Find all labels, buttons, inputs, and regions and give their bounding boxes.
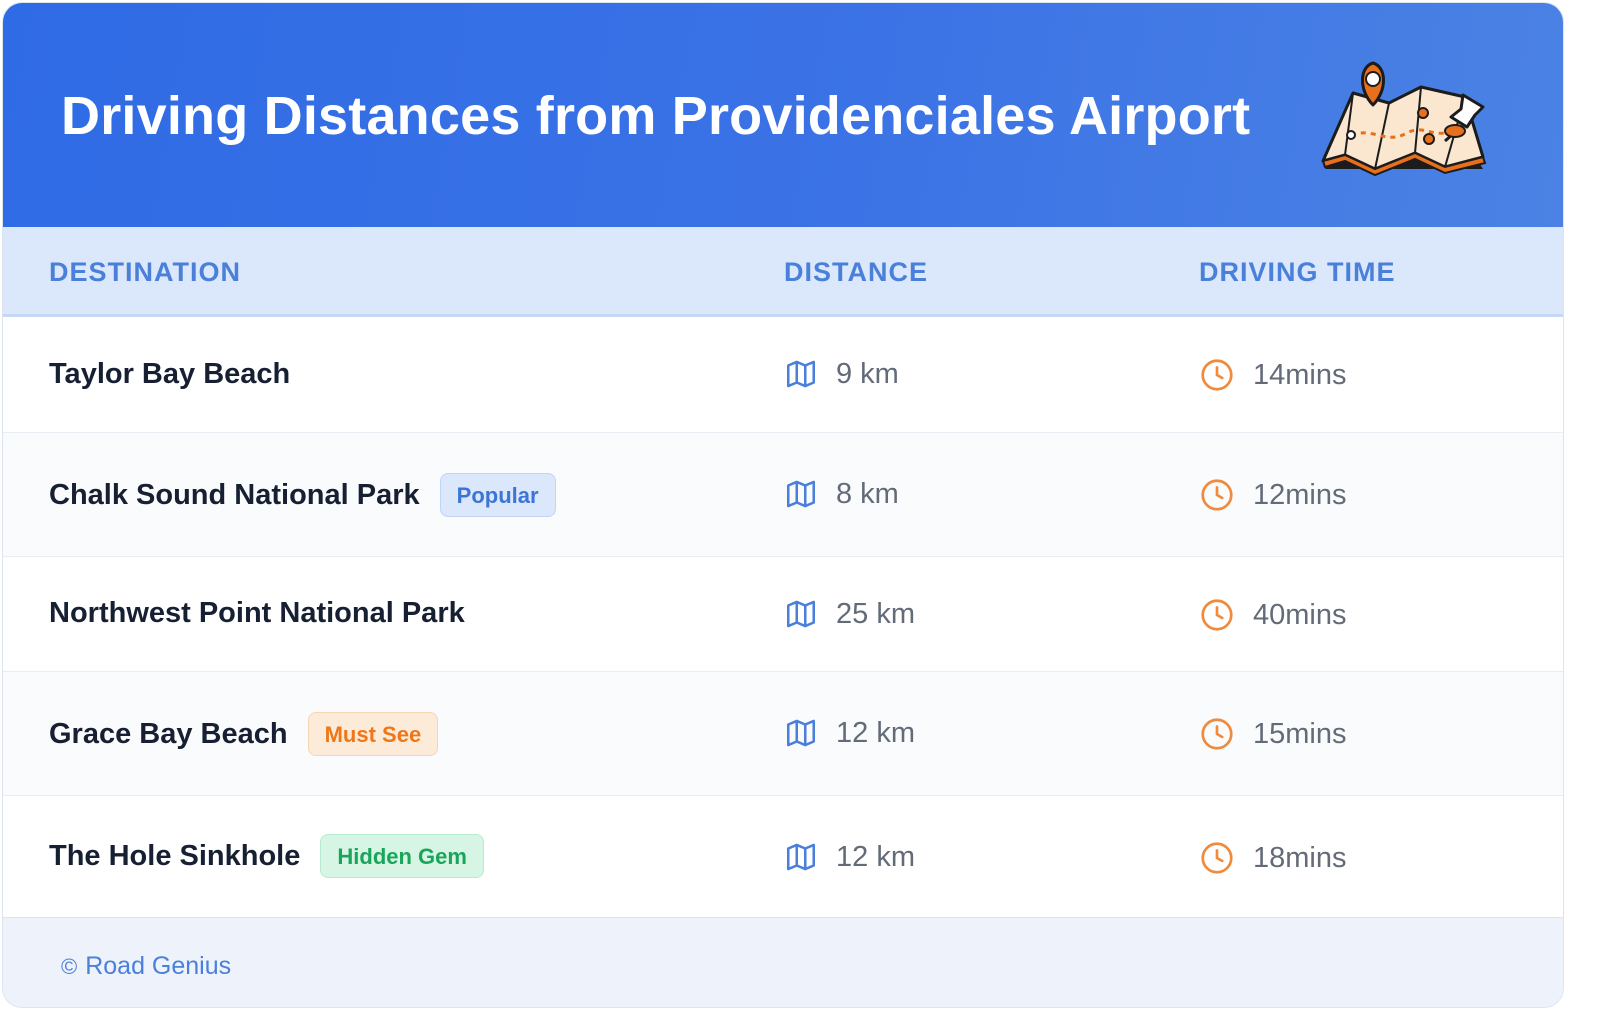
driving-time-cell: 14mins [1199,357,1347,393]
distance-cell: 12 km [784,716,915,750]
map-icon [786,843,816,871]
destination-name: Taylor Bay Beach [49,358,291,390]
clock-icon [1201,599,1233,631]
map-with-pins-icon [1321,61,1487,177]
table-header: DESTINATION DISTANCE DRIVING TIME [3,227,1563,317]
header-banner: Driving Distances from Providenciales Ai… [3,3,1563,227]
destination-name: Grace Bay Beach Must See [49,712,439,756]
distance-cell: 12 km [784,840,915,874]
destination-name: Northwest Point National Park [49,597,465,629]
copyright-icon: © [61,953,78,979]
footer-credit: © Road Genius [61,952,231,981]
table-row: The Hole Sinkhole Hidden Gem 12 km 18min… [3,796,1563,917]
driving-time-cell: 15mins [1199,716,1347,752]
table-row: Chalk Sound National Park Popular 8 km 1… [3,433,1563,557]
map-icon [786,719,816,747]
driving-time-cell: 40mins [1199,597,1347,633]
clock-icon [1201,359,1233,391]
clock-icon [1201,718,1233,750]
distance-cell: 8 km [784,477,899,511]
column-header-distance: DISTANCE [784,257,929,287]
clock-icon [1201,479,1233,511]
clock-icon [1201,842,1233,874]
distance-cell: 25 km [784,597,915,631]
map-icon [786,480,816,508]
distance-table-card: Driving Distances from Providenciales Ai… [2,2,1564,1008]
column-header-driving-time: DRIVING TIME [1199,257,1396,287]
distance-cell: 9 km [784,357,899,391]
destination-name: The Hole Sinkhole Hidden Gem [49,834,484,878]
destination-name: Chalk Sound National Park Popular [49,473,556,517]
hidden-gem-badge: Hidden Gem [320,834,484,878]
map-icon [786,360,816,388]
footer: © Road Genius [3,917,1563,1007]
brand-name: Road Genius [85,952,232,980]
table-row: Grace Bay Beach Must See 12 km 15mins [3,672,1563,796]
column-header-destination: DESTINATION [49,257,241,287]
table-row: Northwest Point National Park 25 km 40mi… [3,557,1563,672]
driving-time-cell: 12mins [1199,477,1347,513]
table-row: Taylor Bay Beach 9 km 14mins [3,317,1563,433]
driving-time-cell: 18mins [1199,840,1347,876]
must-see-badge: Must See [307,712,439,756]
map-icon [786,600,816,628]
popular-badge: Popular [439,473,556,517]
page-title: Driving Distances from Providenciales Ai… [61,86,1251,146]
